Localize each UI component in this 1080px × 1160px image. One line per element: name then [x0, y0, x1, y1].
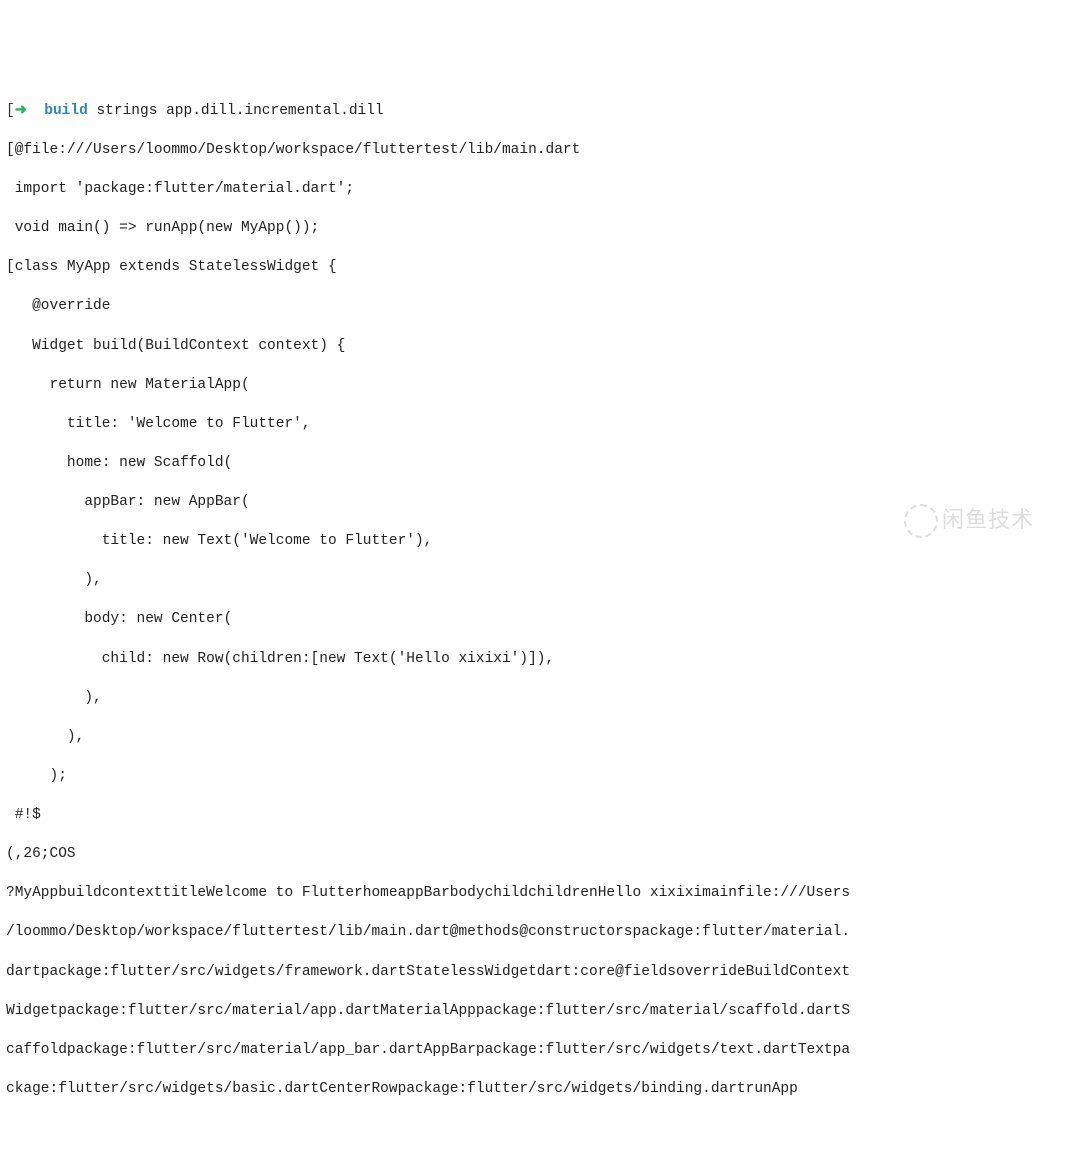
- command-name: build: [44, 103, 88, 119]
- output-line: appBar: new AppBar(: [6, 493, 1074, 513]
- output-line: caffoldpackage:flutter/src/material/app_…: [6, 1041, 1074, 1061]
- terminal-output[interactable]: [➜ build strings app.dill.incremental.di…: [6, 82, 1074, 1119]
- output-line: Widgetpackage:flutter/src/material/app.d…: [6, 1002, 1074, 1022]
- output-line: );: [6, 767, 1074, 787]
- output-line: ),: [6, 571, 1074, 591]
- output-line: Widget build(BuildContext context) {: [6, 337, 1074, 357]
- output-line: (,26;COS: [6, 845, 1074, 865]
- output-line: [@file:///Users/loommo/Desktop/workspace…: [6, 141, 1074, 161]
- output-line: return new MaterialApp(: [6, 376, 1074, 396]
- output-line: ),: [6, 689, 1074, 709]
- output-line: body: new Center(: [6, 610, 1074, 630]
- output-line: dartpackage:flutter/src/widgets/framewor…: [6, 963, 1074, 983]
- output-line: ckage:flutter/src/widgets/basic.dartCent…: [6, 1080, 1074, 1100]
- output-line: ),: [6, 728, 1074, 748]
- prompt-line: [➜ build strings app.dill.incremental.di…: [6, 102, 1074, 122]
- output-line: [class MyApp extends StatelessWidget {: [6, 258, 1074, 278]
- output-line: #!$: [6, 806, 1074, 826]
- output-line: child: new Row(children:[new Text('Hello…: [6, 650, 1074, 670]
- bracket-open: [: [6, 103, 15, 119]
- output-line: title: 'Welcome to Flutter',: [6, 415, 1074, 435]
- prompt-arrow-icon: ➜: [15, 103, 27, 119]
- output-line: title: new Text('Welcome to Flutter'),: [6, 532, 1074, 552]
- output-line: import 'package:flutter/material.dart';: [6, 180, 1074, 200]
- output-line: home: new Scaffold(: [6, 454, 1074, 474]
- output-line: ?MyAppbuildcontexttitleWelcome to Flutte…: [6, 884, 1074, 904]
- output-line: /loommo/Desktop/workspace/fluttertest/li…: [6, 923, 1074, 943]
- output-line: void main() => runApp(new MyApp());: [6, 219, 1074, 239]
- output-line: @override: [6, 297, 1074, 317]
- command-args: strings app.dill.incremental.dill: [96, 103, 383, 119]
